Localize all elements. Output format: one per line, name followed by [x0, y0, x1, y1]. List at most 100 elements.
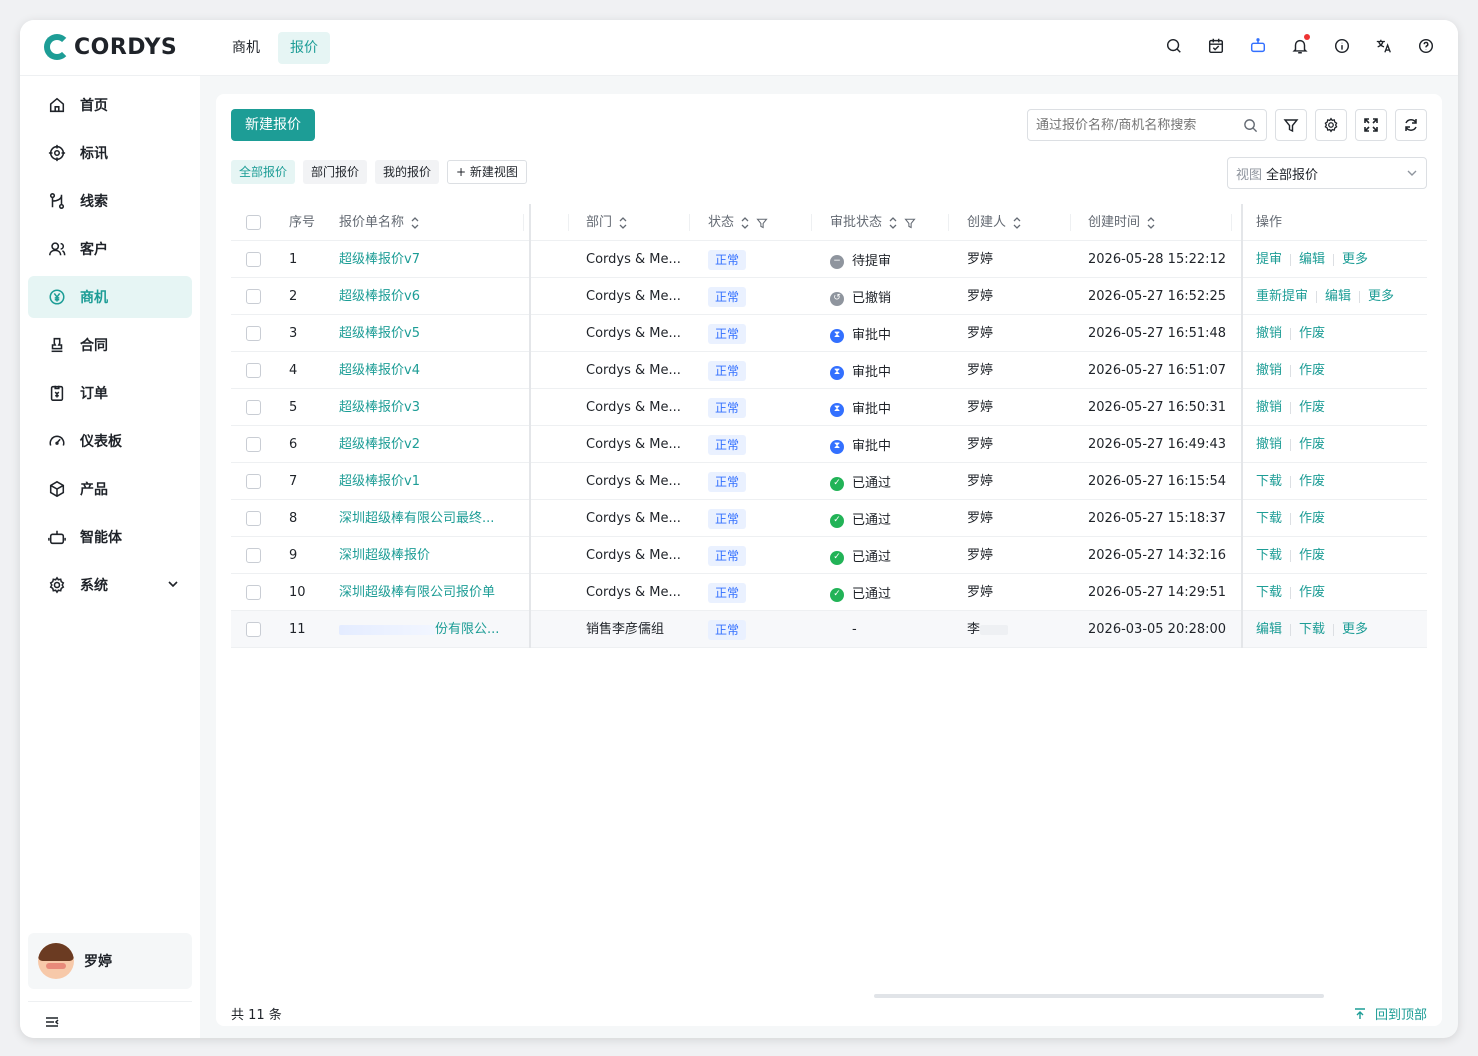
col-approval[interactable]: 审批状态 [830, 204, 916, 241]
view-select[interactable]: 视图 全部报价 [1227, 157, 1427, 189]
col-created[interactable]: 创建时间 [1088, 204, 1156, 241]
top-nav-opportunity[interactable]: 商机 [220, 32, 272, 64]
sidebar-item-opportunity[interactable]: 商机 [28, 276, 192, 318]
table-row[interactable]: 2 超级棒报价v6 Cordys & Me... 正常 ↺ 已撤销 罗婷 2026-05-27… [231, 278, 1427, 315]
row-action-button[interactable]: 编辑 [1325, 278, 1351, 315]
sidebar-item-dashboard[interactable]: 仪表板 [28, 420, 192, 462]
new-quote-button[interactable]: 新建报价 [231, 109, 315, 141]
sort-icon[interactable] [618, 216, 628, 230]
quote-name-link[interactable]: 超级棒报价v2 [339, 426, 514, 463]
row-checkbox[interactable] [246, 585, 261, 600]
row-checkbox[interactable] [246, 511, 261, 526]
row-action-button[interactable]: 撤销 [1256, 315, 1282, 352]
row-action-button[interactable]: 撤销 [1256, 426, 1282, 463]
chevron-down-icon[interactable] [166, 577, 180, 591]
tab-all-quotes[interactable]: 全部报价 [231, 160, 296, 184]
refresh-button[interactable] [1395, 109, 1427, 141]
quote-name-link[interactable]: 深圳超级棒报价 [339, 537, 514, 574]
tab-my-quotes[interactable]: 我的报价 [375, 160, 440, 184]
row-checkbox[interactable] [246, 400, 261, 415]
table-row[interactable]: 8 深圳超级棒有限公司最终... Cordys & Me... 正常 ✓ 已通过 罗婷 202… [231, 500, 1427, 537]
help-icon[interactable] [1416, 36, 1436, 56]
sidebar-item-leads[interactable]: 线索 [28, 180, 192, 222]
top-nav-quote[interactable]: 报价 [278, 32, 330, 64]
settings-button[interactable] [1315, 109, 1347, 141]
table-row[interactable]: 3 超级棒报价v5 Cordys & Me... 正常 ⧗ 审批中 罗婷 2026-05-27… [231, 315, 1427, 352]
row-action-button[interactable]: 下载 [1256, 500, 1282, 537]
row-action-button[interactable]: 作废 [1299, 352, 1325, 389]
sidebar-item-products[interactable]: 产品 [28, 468, 192, 510]
table-row[interactable]: 5 超级棒报价v3 Cordys & Me... 正常 ⧗ 审批中 罗婷 2026-05-27… [231, 389, 1427, 426]
user-profile[interactable]: 罗婷 [28, 933, 192, 989]
horizontal-scrollbar[interactable] [874, 994, 1324, 998]
back-to-top-button[interactable]: 回到顶部 [1353, 1004, 1427, 1023]
row-checkbox[interactable] [246, 363, 261, 378]
table-row[interactable]: 9 深圳超级棒报价 Cordys & Me... 正常 ✓ 已通过 罗婷 2026-05-27… [231, 537, 1427, 574]
sidebar-item-customers[interactable]: 客户 [28, 228, 192, 270]
quote-name-link[interactable]: 份有限公... [339, 611, 514, 648]
row-action-button[interactable]: 作废 [1299, 315, 1325, 352]
table-row[interactable]: 4 超级棒报价v4 Cordys & Me... 正常 ⧗ 审批中 罗婷 2026-05-27… [231, 352, 1427, 389]
table-row[interactable]: 10 深圳超级棒有限公司报价单 Cordys & Me... 正常 ✓ 已通过 罗婷 2026… [231, 574, 1427, 611]
row-action-button[interactable]: 作废 [1299, 426, 1325, 463]
search-icon[interactable] [1164, 36, 1184, 56]
row-checkbox[interactable] [246, 252, 261, 267]
sidebar-item-orders[interactable]: 订单 [28, 372, 192, 414]
sort-icon[interactable] [1012, 216, 1022, 230]
col-status[interactable]: 状态 [708, 204, 768, 241]
tab-department-quotes[interactable]: 部门报价 [303, 160, 368, 184]
translate-icon[interactable] [1374, 36, 1394, 56]
sort-icon[interactable] [1146, 216, 1156, 230]
col-creator[interactable]: 创建人 [967, 204, 1022, 241]
row-action-button[interactable]: 更多 [1342, 611, 1368, 648]
row-action-button[interactable]: 作废 [1299, 463, 1325, 500]
row-action-button[interactable]: 编辑 [1256, 611, 1282, 648]
row-checkbox[interactable] [246, 437, 261, 452]
row-action-button[interactable]: 下载 [1256, 463, 1282, 500]
sidebar-item-agent[interactable]: 智能体 [28, 516, 192, 558]
quote-name-link[interactable]: 超级棒报价v1 [339, 463, 514, 500]
row-action-button[interactable]: 编辑 [1299, 241, 1325, 278]
row-action-button[interactable]: 更多 [1368, 278, 1394, 315]
new-view-button[interactable]: + 新建视图 [447, 160, 527, 184]
filter-button[interactable] [1275, 109, 1307, 141]
info-icon[interactable] [1332, 36, 1352, 56]
row-action-button[interactable]: 作废 [1299, 389, 1325, 426]
col-dept[interactable]: 部门 [586, 204, 628, 241]
quote-name-link[interactable]: 超级棒报价v3 [339, 389, 514, 426]
fullscreen-button[interactable] [1355, 109, 1387, 141]
sort-icon[interactable] [740, 216, 750, 230]
quote-name-link[interactable]: 深圳超级棒有限公司报价单 [339, 574, 514, 611]
collapse-sidebar-icon[interactable] [44, 1014, 60, 1030]
sidebar-item-contract[interactable]: 合同 [28, 324, 192, 366]
row-action-button[interactable]: 提审 [1256, 241, 1282, 278]
quote-name-link[interactable]: 超级棒报价v7 [339, 241, 514, 278]
select-all-checkbox[interactable] [246, 215, 261, 230]
quote-name-link[interactable]: 深圳超级棒有限公司最终... [339, 500, 514, 537]
search-icon[interactable] [1243, 118, 1258, 133]
filter-icon[interactable] [904, 217, 916, 229]
search-box[interactable] [1027, 109, 1267, 141]
quote-name-link[interactable]: 超级棒报价v4 [339, 352, 514, 389]
row-action-button[interactable]: 下载 [1299, 611, 1325, 648]
sort-icon[interactable] [410, 216, 420, 230]
table-row[interactable]: 1 超级棒报价v7 Cordys & Me... 正常 − 待提审 罗婷 2026-05-28… [231, 241, 1427, 278]
table-row[interactable]: 11 份有限公... 销售李彦儒组 正常 - 李 2026-03-05 20:28:00 编辑… [231, 611, 1427, 648]
robot-icon[interactable] [1248, 36, 1268, 56]
search-input[interactable] [1036, 117, 1243, 133]
row-action-button[interactable]: 重新提审 [1256, 278, 1308, 315]
row-checkbox[interactable] [246, 622, 261, 637]
sidebar-item-system[interactable]: 系统 [28, 564, 192, 606]
table-row[interactable]: 6 超级棒报价v2 Cordys & Me... 正常 ⧗ 审批中 罗婷 2026-05-27… [231, 426, 1427, 463]
calendar-icon[interactable] [1206, 36, 1226, 56]
row-action-button[interactable]: 作废 [1299, 574, 1325, 611]
row-checkbox[interactable] [246, 548, 261, 563]
quote-name-link[interactable]: 超级棒报价v6 [339, 278, 514, 315]
sidebar-item-home[interactable]: 首页 [28, 84, 192, 126]
filter-icon[interactable] [756, 217, 768, 229]
row-action-button[interactable]: 作废 [1299, 500, 1325, 537]
quote-name-link[interactable]: 超级棒报价v5 [339, 315, 514, 352]
row-action-button[interactable]: 撤销 [1256, 352, 1282, 389]
sort-icon[interactable] [888, 216, 898, 230]
row-action-button[interactable]: 下载 [1256, 574, 1282, 611]
